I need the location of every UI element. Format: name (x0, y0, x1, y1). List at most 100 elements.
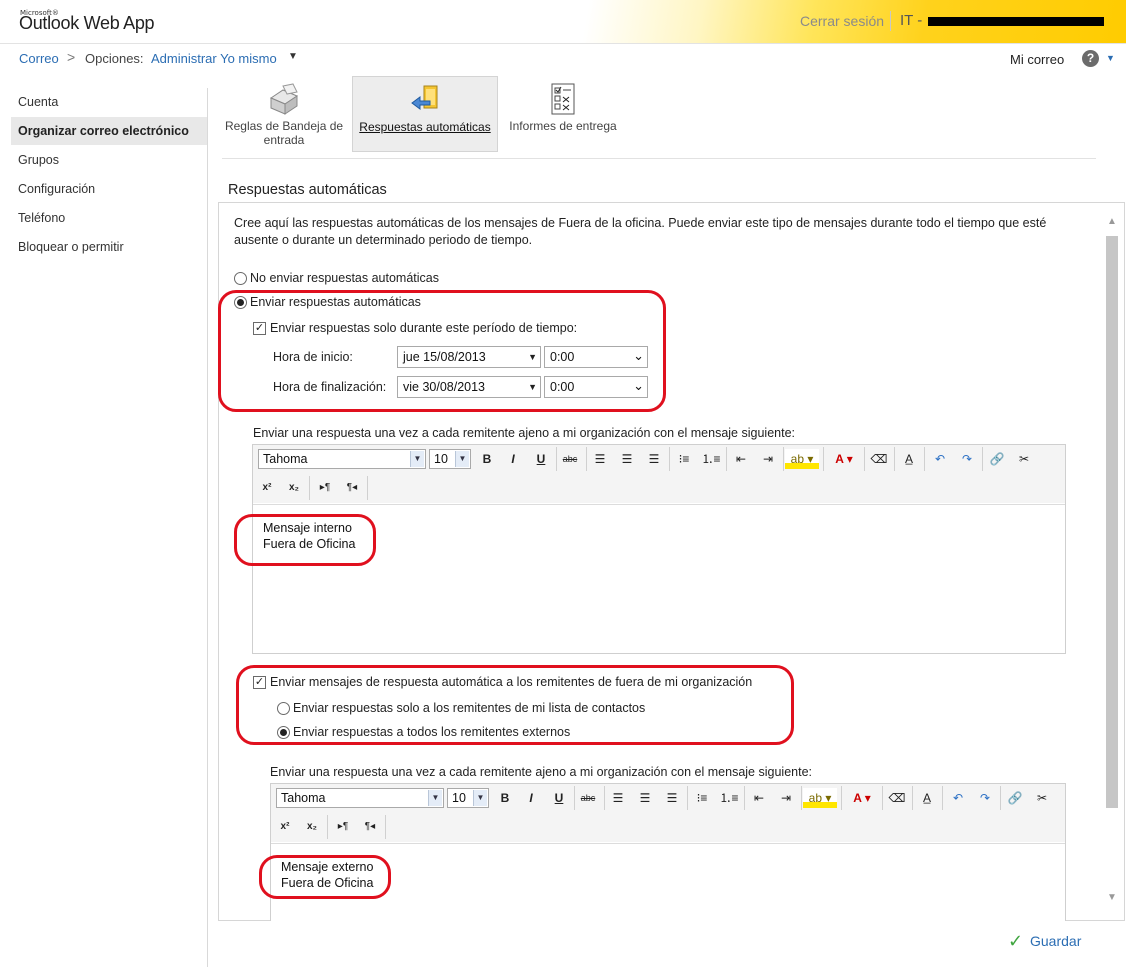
scroll-up-icon[interactable]: ▲ (1104, 212, 1120, 232)
intro-text: Cree aquí las respuestas automáticas de … (234, 216, 1047, 247)
font-family-select[interactable]: Tahoma ▼ (258, 449, 426, 469)
no-send-radio[interactable] (234, 272, 247, 285)
align-right-icon[interactable]: ☰ (661, 788, 683, 808)
toolbar-separator (783, 447, 784, 471)
font-color-icon[interactable]: A ▾ (827, 449, 861, 469)
save-button[interactable]: Guardar (1030, 933, 1081, 949)
sidebar-item-phone[interactable]: Teléfono (11, 204, 207, 232)
toolbar-separator (574, 786, 575, 810)
checkmark-icon[interactable]: ✓ (1008, 931, 1023, 952)
eraser-icon[interactable]: ⌫ (886, 788, 908, 808)
external-message-label: Enviar una respuesta una vez a cada remi… (270, 765, 812, 779)
scroll-thumb[interactable] (1106, 236, 1118, 808)
ltr-icon[interactable]: ▸¶ (314, 478, 336, 498)
numbered-list-icon[interactable]: ⒈≡ (700, 449, 722, 469)
toolbar-separator (1000, 786, 1001, 810)
font-family-value: Tahoma (281, 791, 326, 805)
toolbar-separator (942, 786, 943, 810)
remove-link-icon[interactable]: ✂ (1031, 788, 1053, 808)
toolbar-separator (385, 815, 386, 839)
tab-delivery-reports-label: Informes de entrega (509, 119, 617, 133)
tab-auto-replies[interactable]: Respuestas automáticas (352, 76, 498, 152)
highlight-icon[interactable]: ab ▾ (785, 449, 819, 469)
chevron-down-icon[interactable]: ▼ (288, 51, 298, 62)
help-dropdown-icon[interactable]: ▼ (1106, 53, 1115, 63)
clear-format-icon[interactable]: A̲ (898, 449, 920, 469)
align-center-icon[interactable]: ☰ (616, 449, 638, 469)
manage-myself-link[interactable]: Administrar Yo mismo (151, 51, 277, 66)
editor-toolbar: Tahoma ▼ 10 ▼ B I U abc ☰ ☰ ☰ ⁝≡ ⒈≡ ⇤ ⇥ … (253, 445, 1065, 474)
inbox-rules-icon (269, 83, 299, 115)
strikethrough-button[interactable]: abc (577, 788, 599, 808)
sidebar-item-block-allow[interactable]: Bloquear o permitir (11, 233, 207, 261)
toolbar-separator (586, 447, 587, 471)
chevron-down-icon: ▼ (455, 451, 469, 467)
tab-inbox-rules-label: Reglas de Bandeja de entrada (224, 119, 344, 147)
align-left-icon[interactable]: ☰ (607, 788, 629, 808)
rtl-icon[interactable]: ¶◂ (341, 478, 363, 498)
sidebar-item-account[interactable]: Cuenta (11, 88, 207, 116)
vertical-scrollbar[interactable]: ▲ ▼ (1104, 212, 1120, 918)
sidebar-item-groups[interactable]: Grupos (11, 146, 207, 174)
clear-format-icon[interactable]: A̲ (916, 788, 938, 808)
toolbar-separator (864, 447, 865, 471)
superscript-button[interactable]: x² (256, 478, 278, 498)
subscript-button[interactable]: x₂ (301, 817, 323, 837)
align-left-icon[interactable]: ☰ (589, 449, 611, 469)
toolbar-separator (669, 447, 670, 471)
font-size-select[interactable]: 10 ▼ (429, 449, 471, 469)
italic-button[interactable]: I (520, 788, 542, 808)
sidebar-item-settings[interactable]: Configuración (11, 175, 207, 203)
scroll-down-icon[interactable]: ▼ (1104, 888, 1120, 908)
redo-icon[interactable]: ↷ (956, 449, 978, 469)
toolbar-separator (823, 447, 824, 471)
help-icon[interactable]: ? (1082, 50, 1099, 67)
rtl-icon[interactable]: ¶◂ (359, 817, 381, 837)
numbered-list-icon[interactable]: ⒈≡ (718, 788, 740, 808)
subscript-button[interactable]: x₂ (283, 478, 305, 498)
indent-icon[interactable]: ⇥ (757, 449, 779, 469)
bold-button[interactable]: B (494, 788, 516, 808)
toolbar-separator (327, 815, 328, 839)
italic-button[interactable]: I (502, 449, 524, 469)
undo-icon[interactable]: ↶ (929, 449, 951, 469)
annotation-outline (236, 665, 794, 745)
superscript-button[interactable]: x² (274, 817, 296, 837)
insert-link-icon[interactable]: 🔗 (986, 449, 1008, 469)
bold-button[interactable]: B (476, 449, 498, 469)
align-center-icon[interactable]: ☰ (634, 788, 656, 808)
sidebar-item-organize-email[interactable]: Organizar correo electrónico (11, 117, 207, 145)
underline-button[interactable]: U (548, 788, 570, 808)
my-mail-link[interactable]: Mi correo (1010, 52, 1064, 67)
underline-button[interactable]: U (530, 449, 552, 469)
toolbar-separator (309, 476, 310, 500)
font-family-select[interactable]: Tahoma ▼ (276, 788, 444, 808)
bullet-list-icon[interactable]: ⁝≡ (673, 449, 695, 469)
strikethrough-button[interactable]: abc (559, 449, 581, 469)
ltr-icon[interactable]: ▸¶ (332, 817, 354, 837)
font-color-icon[interactable]: A ▾ (845, 788, 879, 808)
toolbar-separator (841, 786, 842, 810)
toolbar-separator (801, 786, 802, 810)
indent-icon[interactable]: ⇥ (775, 788, 797, 808)
bullet-list-icon[interactable]: ⁝≡ (691, 788, 713, 808)
redo-icon[interactable]: ↷ (974, 788, 996, 808)
toolbar-separator (744, 786, 745, 810)
outdent-icon[interactable]: ⇤ (730, 449, 752, 469)
delivery-report-icon (551, 83, 575, 115)
external-message-editor: Tahoma ▼ 10 ▼ B I U abc ☰ ☰ ☰ ⁝≡ ⒈≡ ⇤ ⇥ … (270, 783, 1066, 921)
tab-delivery-reports[interactable]: Informes de entrega (505, 76, 621, 152)
font-family-value: Tahoma (263, 452, 308, 466)
remove-link-icon[interactable]: ✂ (1013, 449, 1035, 469)
eraser-icon[interactable]: ⌫ (868, 449, 890, 469)
tab-inbox-rules[interactable]: Reglas de Bandeja de entrada (222, 76, 346, 152)
outdent-icon[interactable]: ⇤ (748, 788, 770, 808)
mail-link[interactable]: Correo (19, 51, 59, 66)
toolbar-separator (726, 447, 727, 471)
font-size-select[interactable]: 10 ▼ (447, 788, 489, 808)
signout-link[interactable]: Cerrar sesión (800, 13, 884, 29)
undo-icon[interactable]: ↶ (947, 788, 969, 808)
insert-link-icon[interactable]: 🔗 (1004, 788, 1026, 808)
align-right-icon[interactable]: ☰ (643, 449, 665, 469)
highlight-icon[interactable]: ab ▾ (803, 788, 837, 808)
